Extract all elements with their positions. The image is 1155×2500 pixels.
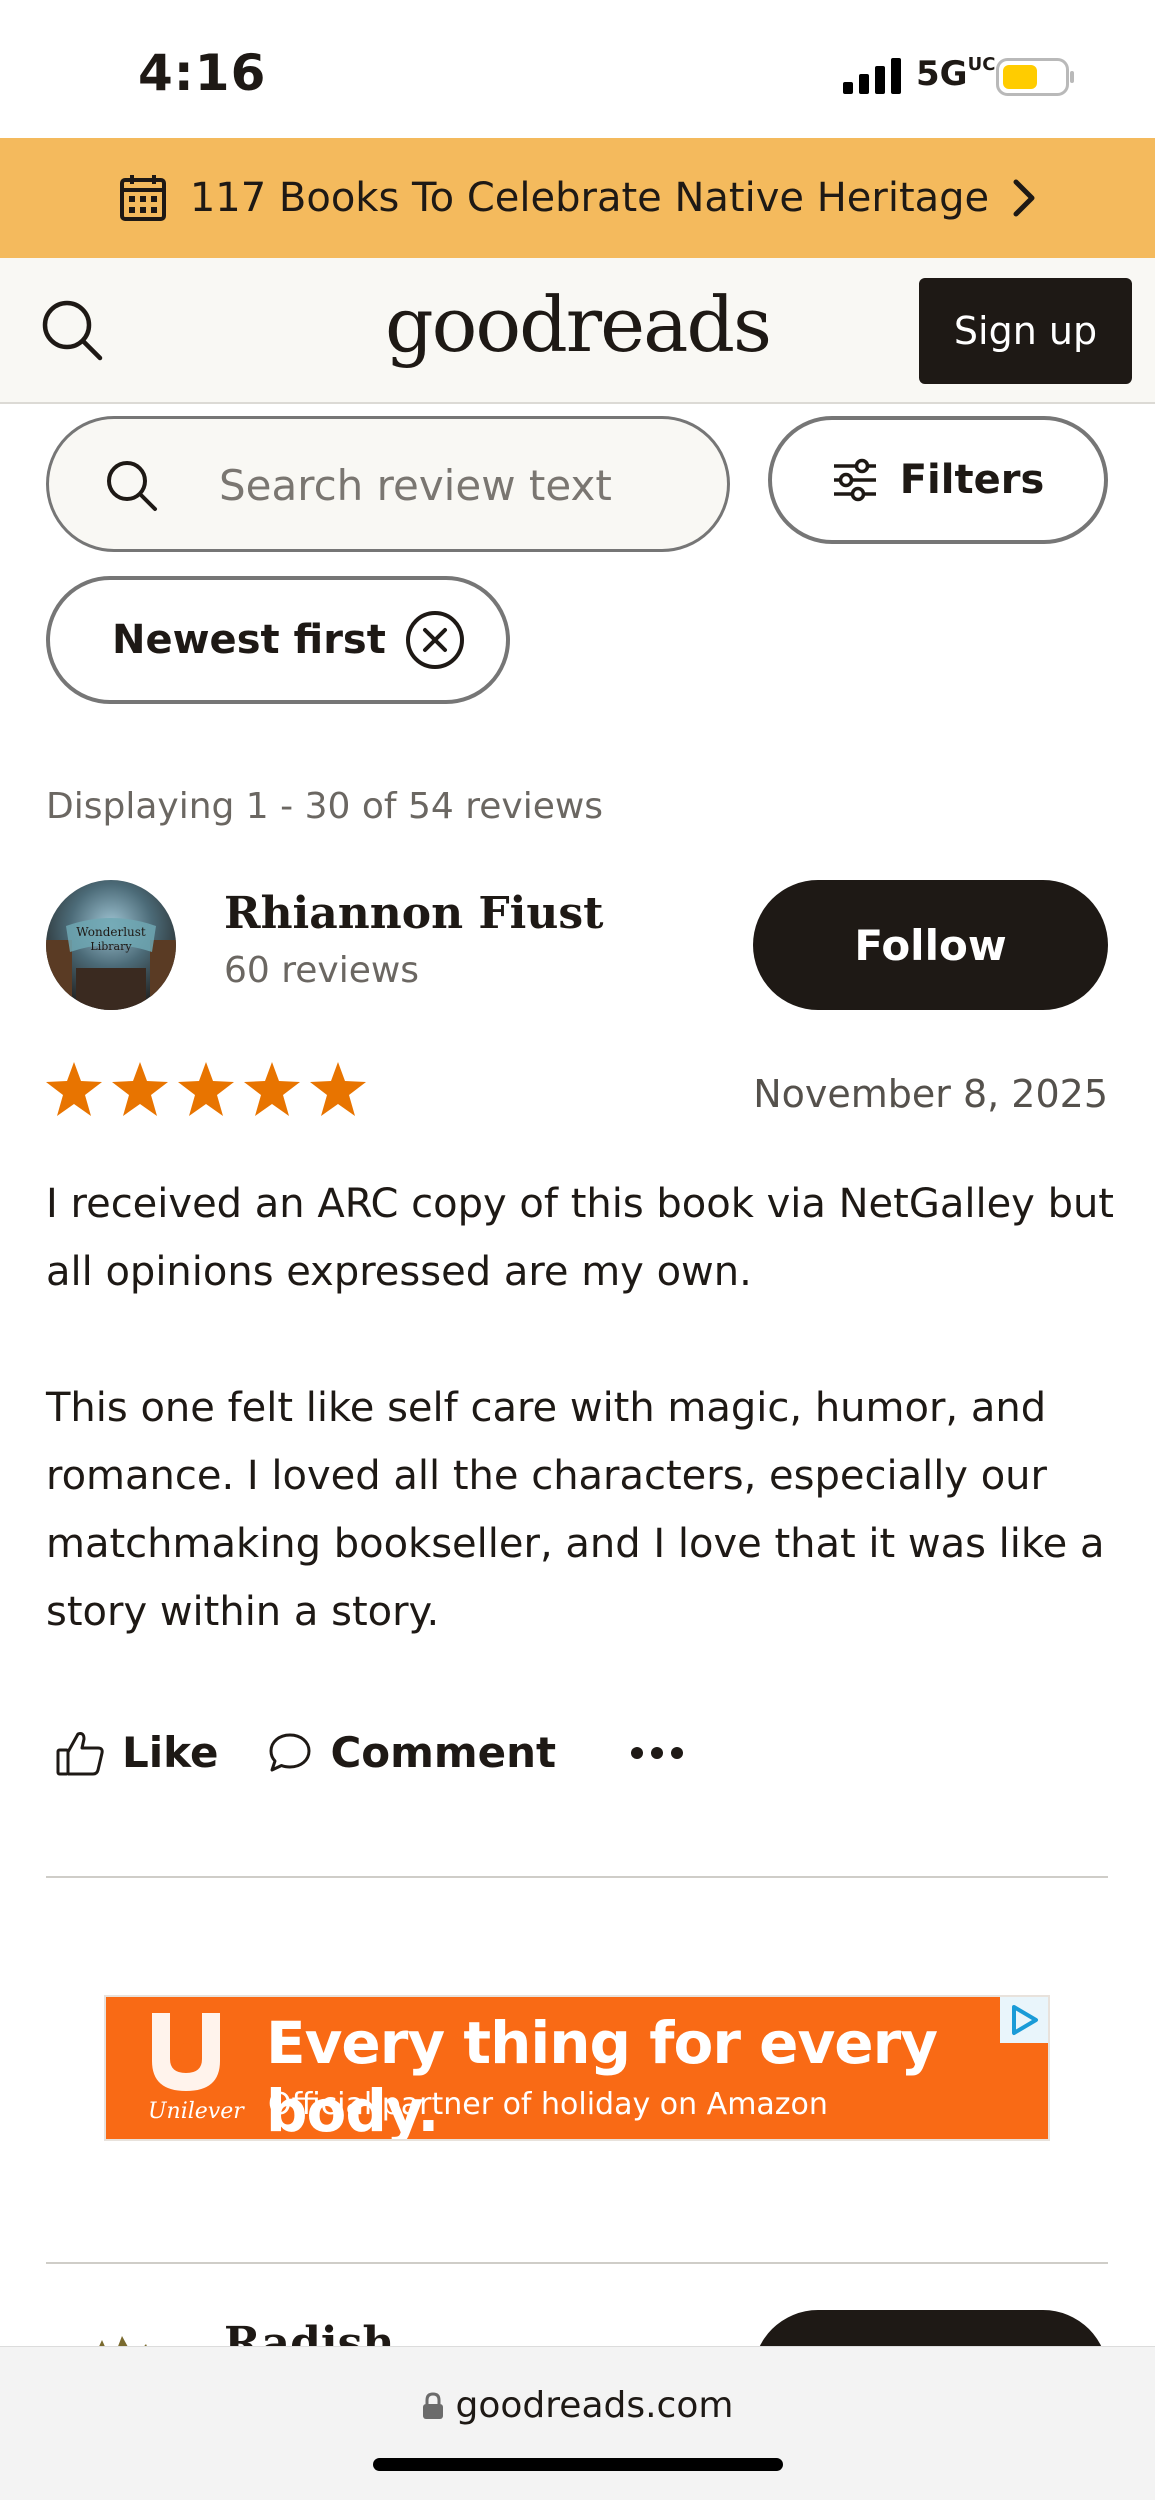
sort-label: Newest first bbox=[112, 617, 386, 663]
cellular-signal-icon bbox=[843, 58, 901, 94]
like-button[interactable]: Like bbox=[56, 1728, 218, 1777]
filters-label: Filters bbox=[899, 457, 1045, 503]
rating-stars bbox=[44, 1060, 368, 1118]
star-icon bbox=[112, 1062, 168, 1116]
follow-button[interactable]: Follow bbox=[753, 880, 1108, 1010]
search-icon bbox=[107, 461, 157, 511]
divider bbox=[46, 2262, 1108, 2264]
star-icon bbox=[178, 1062, 234, 1116]
promo-banner[interactable]: 117 Books To Celebrate Native Heritage bbox=[0, 138, 1155, 258]
status-time: 4:16 bbox=[138, 44, 267, 102]
comment-label: Comment bbox=[330, 1728, 557, 1777]
ad-subline: Official partner of holiday on Amazon bbox=[268, 2087, 828, 2122]
review-text: I received an ARC copy of this book via … bbox=[46, 1170, 1116, 1714]
avatar-text-line1: Wonderlust bbox=[76, 925, 146, 939]
more-options-icon[interactable] bbox=[630, 1746, 684, 1760]
url-domain: goodreads.com bbox=[455, 2385, 734, 2426]
review-paragraph: I received an ARC copy of this book via … bbox=[46, 1181, 1114, 1295]
advertisement-banner[interactable]: Unilever Every thing for every body. Off… bbox=[104, 1995, 1050, 2141]
sliders-icon bbox=[833, 458, 876, 502]
network-indicator: 5GUC bbox=[916, 54, 996, 94]
reviewer-review-count: 60 reviews bbox=[224, 950, 420, 991]
star-icon bbox=[244, 1062, 300, 1116]
comment-button[interactable]: Comment bbox=[268, 1728, 556, 1777]
like-label: Like bbox=[122, 1728, 219, 1777]
reviewer-name[interactable]: Rhiannon Fiust bbox=[224, 888, 603, 939]
comment-icon bbox=[269, 1733, 311, 1771]
ad-choices-icon[interactable] bbox=[1000, 1997, 1048, 2043]
calendar-icon bbox=[119, 175, 166, 221]
review-actions: Like Comment bbox=[56, 1728, 684, 1777]
chevron-right-icon bbox=[1013, 179, 1035, 217]
unilever-logo-icon bbox=[152, 2013, 220, 2091]
review-date[interactable]: November 8, 2025 bbox=[753, 1072, 1108, 1116]
star-icon bbox=[46, 1062, 102, 1116]
filters-button[interactable]: Filters bbox=[768, 416, 1108, 544]
divider bbox=[46, 1876, 1108, 1878]
search-input[interactable] bbox=[217, 447, 697, 523]
review-paragraph: This one felt like self care with magic,… bbox=[46, 1385, 1105, 1635]
site-header: goodreads Sign up bbox=[0, 258, 1155, 404]
sign-up-button[interactable]: Sign up bbox=[919, 278, 1132, 384]
sort-chip[interactable]: Newest first bbox=[46, 576, 510, 704]
review-search-field[interactable] bbox=[46, 416, 730, 552]
avatar-text-line2: Library bbox=[90, 940, 132, 953]
thumbs-up-icon bbox=[56, 1731, 104, 1775]
home-indicator[interactable] bbox=[373, 2458, 783, 2471]
status-bar: 4:16 5GUC bbox=[0, 0, 1155, 138]
promo-text: 117 Books To Celebrate Native Heritage bbox=[189, 175, 990, 221]
star-icon bbox=[310, 1062, 366, 1116]
page: 4:16 5GUC 117 Books To Celebrate Native … bbox=[0, 0, 1155, 2500]
close-icon[interactable] bbox=[404, 609, 466, 671]
reviews-count-text: Displaying 1 - 30 of 54 reviews bbox=[46, 786, 604, 827]
ad-brand: Unilever bbox=[148, 2099, 244, 2124]
browser-url-bar[interactable]: goodreads.com bbox=[0, 2346, 1155, 2500]
battery-icon bbox=[996, 58, 1074, 96]
lock-icon bbox=[422, 2391, 443, 2419]
reviewer-avatar[interactable]: Wonderlust Library bbox=[46, 880, 176, 1010]
